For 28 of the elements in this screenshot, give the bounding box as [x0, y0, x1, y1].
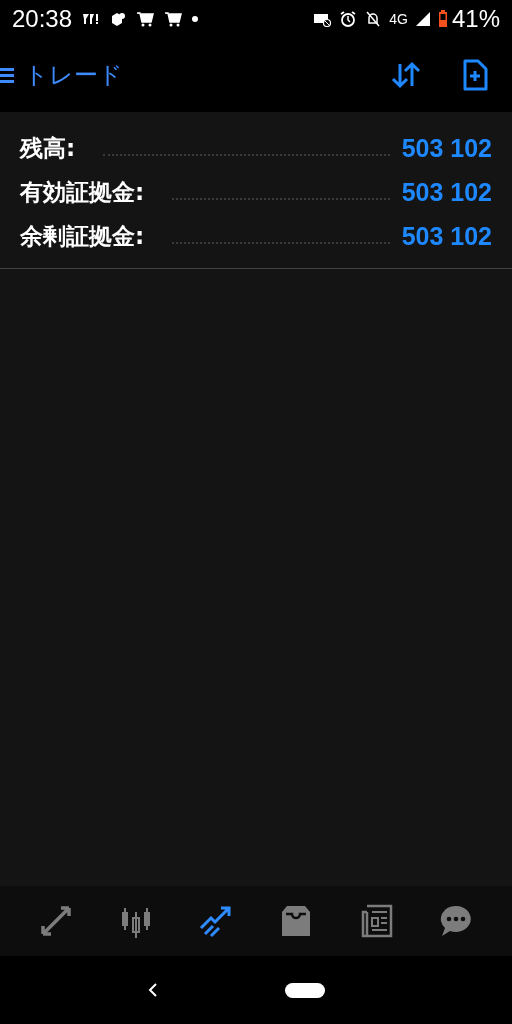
- signal-icon: [415, 12, 430, 26]
- screen-title: トレード: [24, 60, 123, 91]
- card-blocked-icon: [313, 11, 332, 27]
- summary-value: 503 102: [401, 178, 492, 207]
- summary-label: 余剰証拠金:: [20, 222, 145, 251]
- summary-value: 503 102: [401, 134, 492, 163]
- summary-label: 有効証拠金:: [20, 178, 145, 207]
- dot-icon: [192, 16, 199, 22]
- add-document-icon[interactable]: [462, 59, 488, 91]
- arrows-icon[interactable]: [39, 904, 73, 938]
- summary-label: 残高:: [20, 134, 76, 163]
- network-type: 4G: [389, 11, 408, 27]
- newspaper-icon[interactable]: [359, 904, 393, 938]
- back-icon[interactable]: [147, 982, 159, 998]
- home-button[interactable]: [285, 982, 325, 998]
- alarm-icon: [339, 10, 358, 28]
- summary-value: 503 102: [401, 222, 492, 251]
- clock-time: 20:38: [12, 5, 73, 33]
- inbox-icon[interactable]: [279, 904, 313, 938]
- battery-icon: [437, 10, 448, 28]
- trend-up-icon[interactable]: [199, 904, 233, 938]
- chat-icon[interactable]: [439, 904, 473, 938]
- cart-icon: [164, 11, 183, 27]
- bell-off-icon: [365, 10, 382, 28]
- menu-icon[interactable]: [0, 66, 14, 84]
- cart-icon: [136, 11, 155, 27]
- sort-icon[interactable]: [390, 60, 422, 90]
- battery-percent: 41%: [451, 5, 500, 33]
